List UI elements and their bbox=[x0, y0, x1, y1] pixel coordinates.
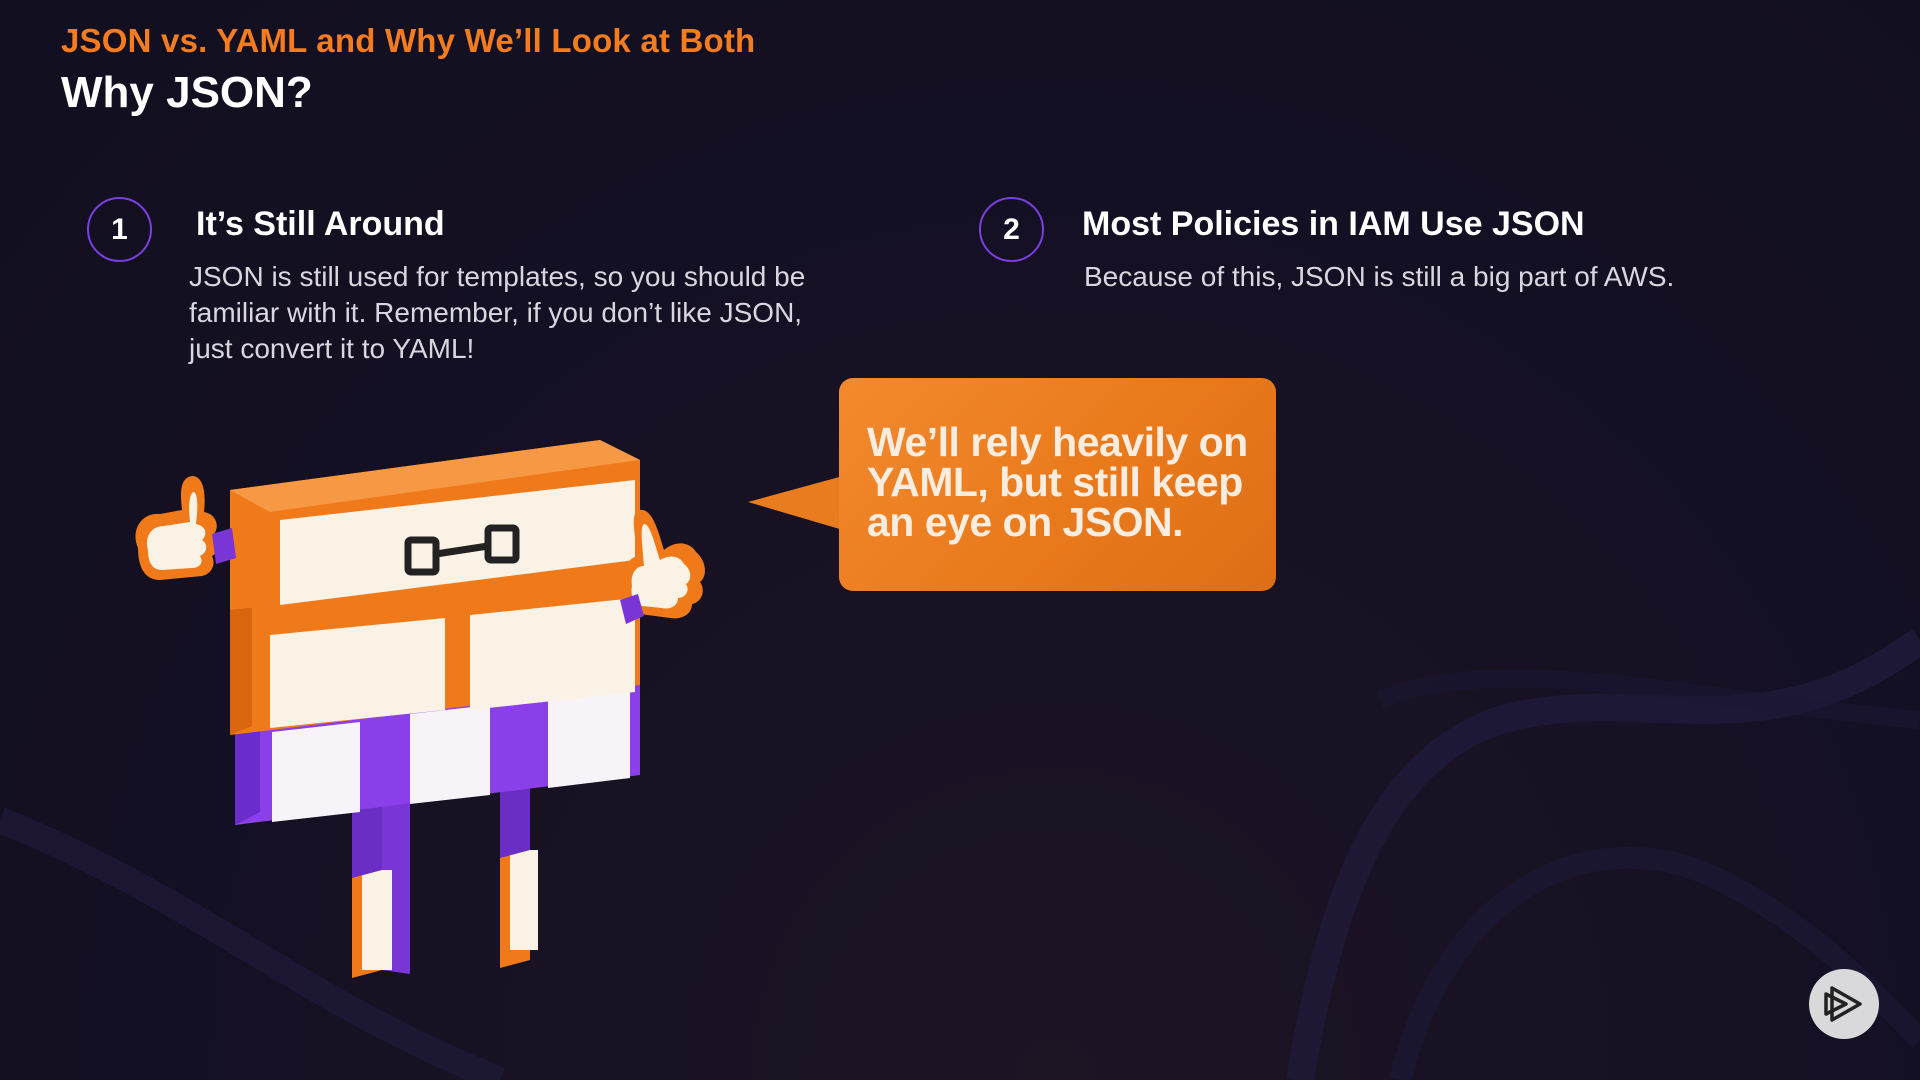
play-logo-button[interactable] bbox=[1809, 969, 1879, 1039]
point-heading-2: Most Policies in IAM Use JSON bbox=[1082, 205, 1585, 243]
point-body-1: JSON is still used for templates, so you… bbox=[189, 259, 889, 367]
speech-bubble-line: YAML, but still keep bbox=[867, 459, 1243, 505]
point-number-1: 1 bbox=[87, 197, 152, 262]
thumbs-up-left-icon bbox=[135, 476, 236, 580]
point-body-1-line: JSON is still used for templates, so you… bbox=[189, 261, 806, 292]
point-body-2: Because of this, JSON is still a big par… bbox=[1084, 259, 1844, 295]
slide-subtitle: JSON vs. YAML and Why We’ll Look at Both bbox=[61, 22, 756, 59]
point-body-2-line: Because of this, JSON is still a big par… bbox=[1084, 261, 1675, 292]
point-heading-1: It’s Still Around bbox=[196, 205, 445, 243]
speech-bubble: We’ll rely heavily on YAML, but still ke… bbox=[839, 378, 1276, 591]
point-body-1-line: familiar with it. Remember, if you don’t… bbox=[189, 297, 803, 328]
speech-bubble-text: We’ll rely heavily on YAML, but still ke… bbox=[867, 419, 1256, 545]
slide: JSON vs. YAML and Why We’ll Look at Both… bbox=[0, 0, 1920, 1080]
block-mascot-illustration bbox=[135, 440, 705, 978]
speech-bubble-line: We’ll rely heavily on bbox=[867, 419, 1248, 465]
point-number-2: 2 bbox=[979, 197, 1044, 262]
slide-title: Why JSON? bbox=[61, 68, 313, 117]
play-logo-icon bbox=[1824, 986, 1862, 1022]
speech-bubble-line: an eye on JSON. bbox=[867, 499, 1184, 545]
point-body-1-line: just convert it to YAML! bbox=[189, 333, 475, 364]
